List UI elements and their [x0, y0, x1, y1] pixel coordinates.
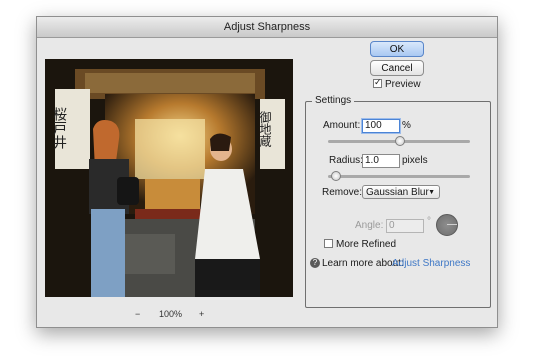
preview-label: Preview — [385, 79, 421, 90]
help-icon[interactable]: ? — [310, 258, 320, 268]
angle-field[interactable]: 0 — [386, 219, 424, 233]
adjust-sharpness-dialog: Adjust Sharpness 桜戸井 御地蔵 − 100% + OK Can… — [36, 16, 498, 328]
preview-checkbox[interactable] — [373, 77, 382, 88]
angle-unit: ° — [427, 216, 431, 227]
preview-photo: 桜戸井 御地蔵 — [45, 59, 293, 297]
more-refined-checkbox[interactable] — [324, 239, 333, 248]
zoom-level: 100% — [159, 309, 183, 319]
zoom-bar: − 100% + — [127, 309, 217, 321]
amount-field[interactable]: 100 — [362, 119, 400, 133]
angle-label: Angle: — [355, 220, 384, 231]
image-preview[interactable]: 桜戸井 御地蔵 — [45, 59, 293, 297]
preview-checkbox-row[interactable]: Preview — [373, 77, 421, 90]
remove-label: Remove: — [322, 187, 363, 198]
radius-label: Radius: — [329, 155, 363, 166]
sign-right-text: 御地蔵 — [258, 110, 272, 148]
amount-unit: % — [402, 120, 411, 131]
remove-select-value: Gaussian Blur — [366, 187, 429, 198]
radius-slider-thumb[interactable] — [331, 171, 341, 181]
remove-select[interactable]: Gaussian Blur ▼ — [362, 185, 440, 199]
settings-group: Settings Amount: 100 % Radius: 1.0 pixel… — [305, 95, 491, 308]
settings-legend: Settings — [312, 95, 355, 106]
cancel-button[interactable]: Cancel — [370, 60, 424, 76]
angle-dial-icon[interactable] — [436, 214, 458, 236]
dialog-title: Adjust Sharpness — [37, 17, 497, 38]
more-refined-row[interactable]: More Refined — [324, 239, 396, 250]
radius-slider-track[interactable] — [328, 175, 470, 178]
radius-field[interactable]: 1.0 — [362, 154, 400, 168]
sign-left-text: 桜戸井 — [51, 107, 67, 150]
learn-more-link[interactable]: Adjust Sharpness — [392, 258, 470, 269]
more-refined-label: More Refined — [336, 239, 397, 250]
chevron-down-icon: ▼ — [428, 189, 435, 196]
zoom-out-button[interactable]: − — [135, 309, 140, 319]
ok-button[interactable]: OK — [370, 41, 424, 57]
radius-unit: pixels — [402, 155, 428, 166]
amount-label: Amount: — [323, 120, 361, 131]
zoom-in-button[interactable]: + — [199, 309, 204, 319]
amount-slider-thumb[interactable] — [395, 136, 405, 146]
